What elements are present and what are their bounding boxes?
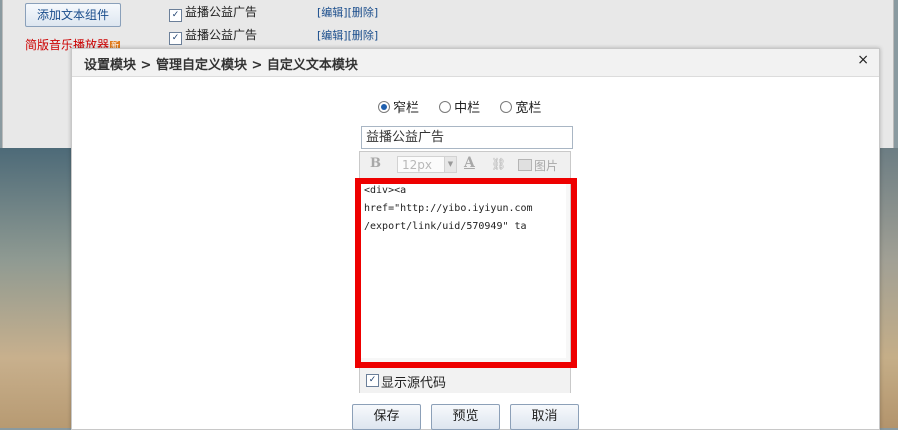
editor-toolbar: B 12px ▼ A ⛓ 图片 [360, 152, 570, 179]
radio-label: 宽栏 [515, 101, 542, 116]
chevron-down-icon[interactable]: ▼ [444, 157, 456, 172]
close-icon[interactable]: × [857, 52, 869, 68]
editor-footer: ✓ 显示源代码 [360, 366, 570, 393]
background-photo-left [0, 148, 72, 428]
save-button[interactable]: 保存 [352, 404, 421, 430]
font-size-value: 12px [402, 158, 432, 172]
widget-row-label: 益播公益广告 [185, 28, 258, 42]
widget-row-label: 益播公益广告 [185, 5, 258, 19]
font-size-select[interactable]: 12px ▼ [397, 156, 457, 173]
widget-row: ✓ 益播公益广告 [169, 26, 257, 45]
source-code-textarea[interactable]: <div><a href="http://yibo.iyiyun.com /ex… [360, 180, 566, 358]
image-icon [518, 159, 532, 171]
show-source-label: 显示源代码 [381, 376, 447, 391]
widget-checkbox[interactable]: ✓ [169, 9, 182, 22]
radio-wide[interactable]: 宽栏 [500, 97, 541, 116]
preview-button[interactable]: 预览 [431, 404, 500, 430]
radio-medium[interactable]: 中栏 [439, 97, 480, 116]
custom-text-module-dialog: 设置模块 > 管理自定义模块 > 自定义文本模块 × 窄栏 中栏 宽栏 益播公益… [71, 48, 880, 430]
cancel-button[interactable]: 取消 [510, 404, 579, 430]
show-source-checkbox[interactable]: ✓ [366, 374, 379, 387]
dialog-header: 设置模块 > 管理自定义模块 > 自定义文本模块 × [72, 49, 879, 77]
add-text-widget-button[interactable]: 添加文本组件 [25, 3, 121, 27]
radio-dot[interactable] [500, 101, 513, 113]
module-name-input[interactable]: 益播公益广告 [361, 126, 573, 149]
radio-dot[interactable] [378, 101, 390, 113]
widget-row-actions[interactable]: [编辑][删除] [317, 4, 378, 20]
background-photo-right [878, 148, 898, 428]
bold-icon[interactable]: B [370, 156, 381, 171]
widget-checkbox[interactable]: ✓ [169, 32, 182, 45]
dialog-breadcrumb: 设置模块 > 管理自定义模块 > 自定义文本模块 [84, 58, 358, 73]
font-color-icon[interactable]: A [464, 155, 475, 171]
radio-label: 窄栏 [393, 101, 420, 116]
widget-row: ✓ 益播公益广告 [169, 3, 257, 22]
insert-image-button[interactable]: 图片 [518, 157, 558, 174]
radio-narrow[interactable]: 窄栏 [378, 97, 419, 116]
widget-row-actions[interactable]: [编辑][删除] [317, 27, 378, 43]
radio-label: 中栏 [454, 101, 481, 116]
column-width-options: 窄栏 中栏 宽栏 [378, 97, 557, 116]
link-icon[interactable]: ⛓ [491, 157, 506, 171]
rich-text-editor: B 12px ▼ A ⛓ 图片 <div><a href="http://yibo… [359, 151, 571, 393]
radio-dot[interactable] [439, 101, 452, 113]
insert-image-label: 图片 [534, 159, 559, 173]
